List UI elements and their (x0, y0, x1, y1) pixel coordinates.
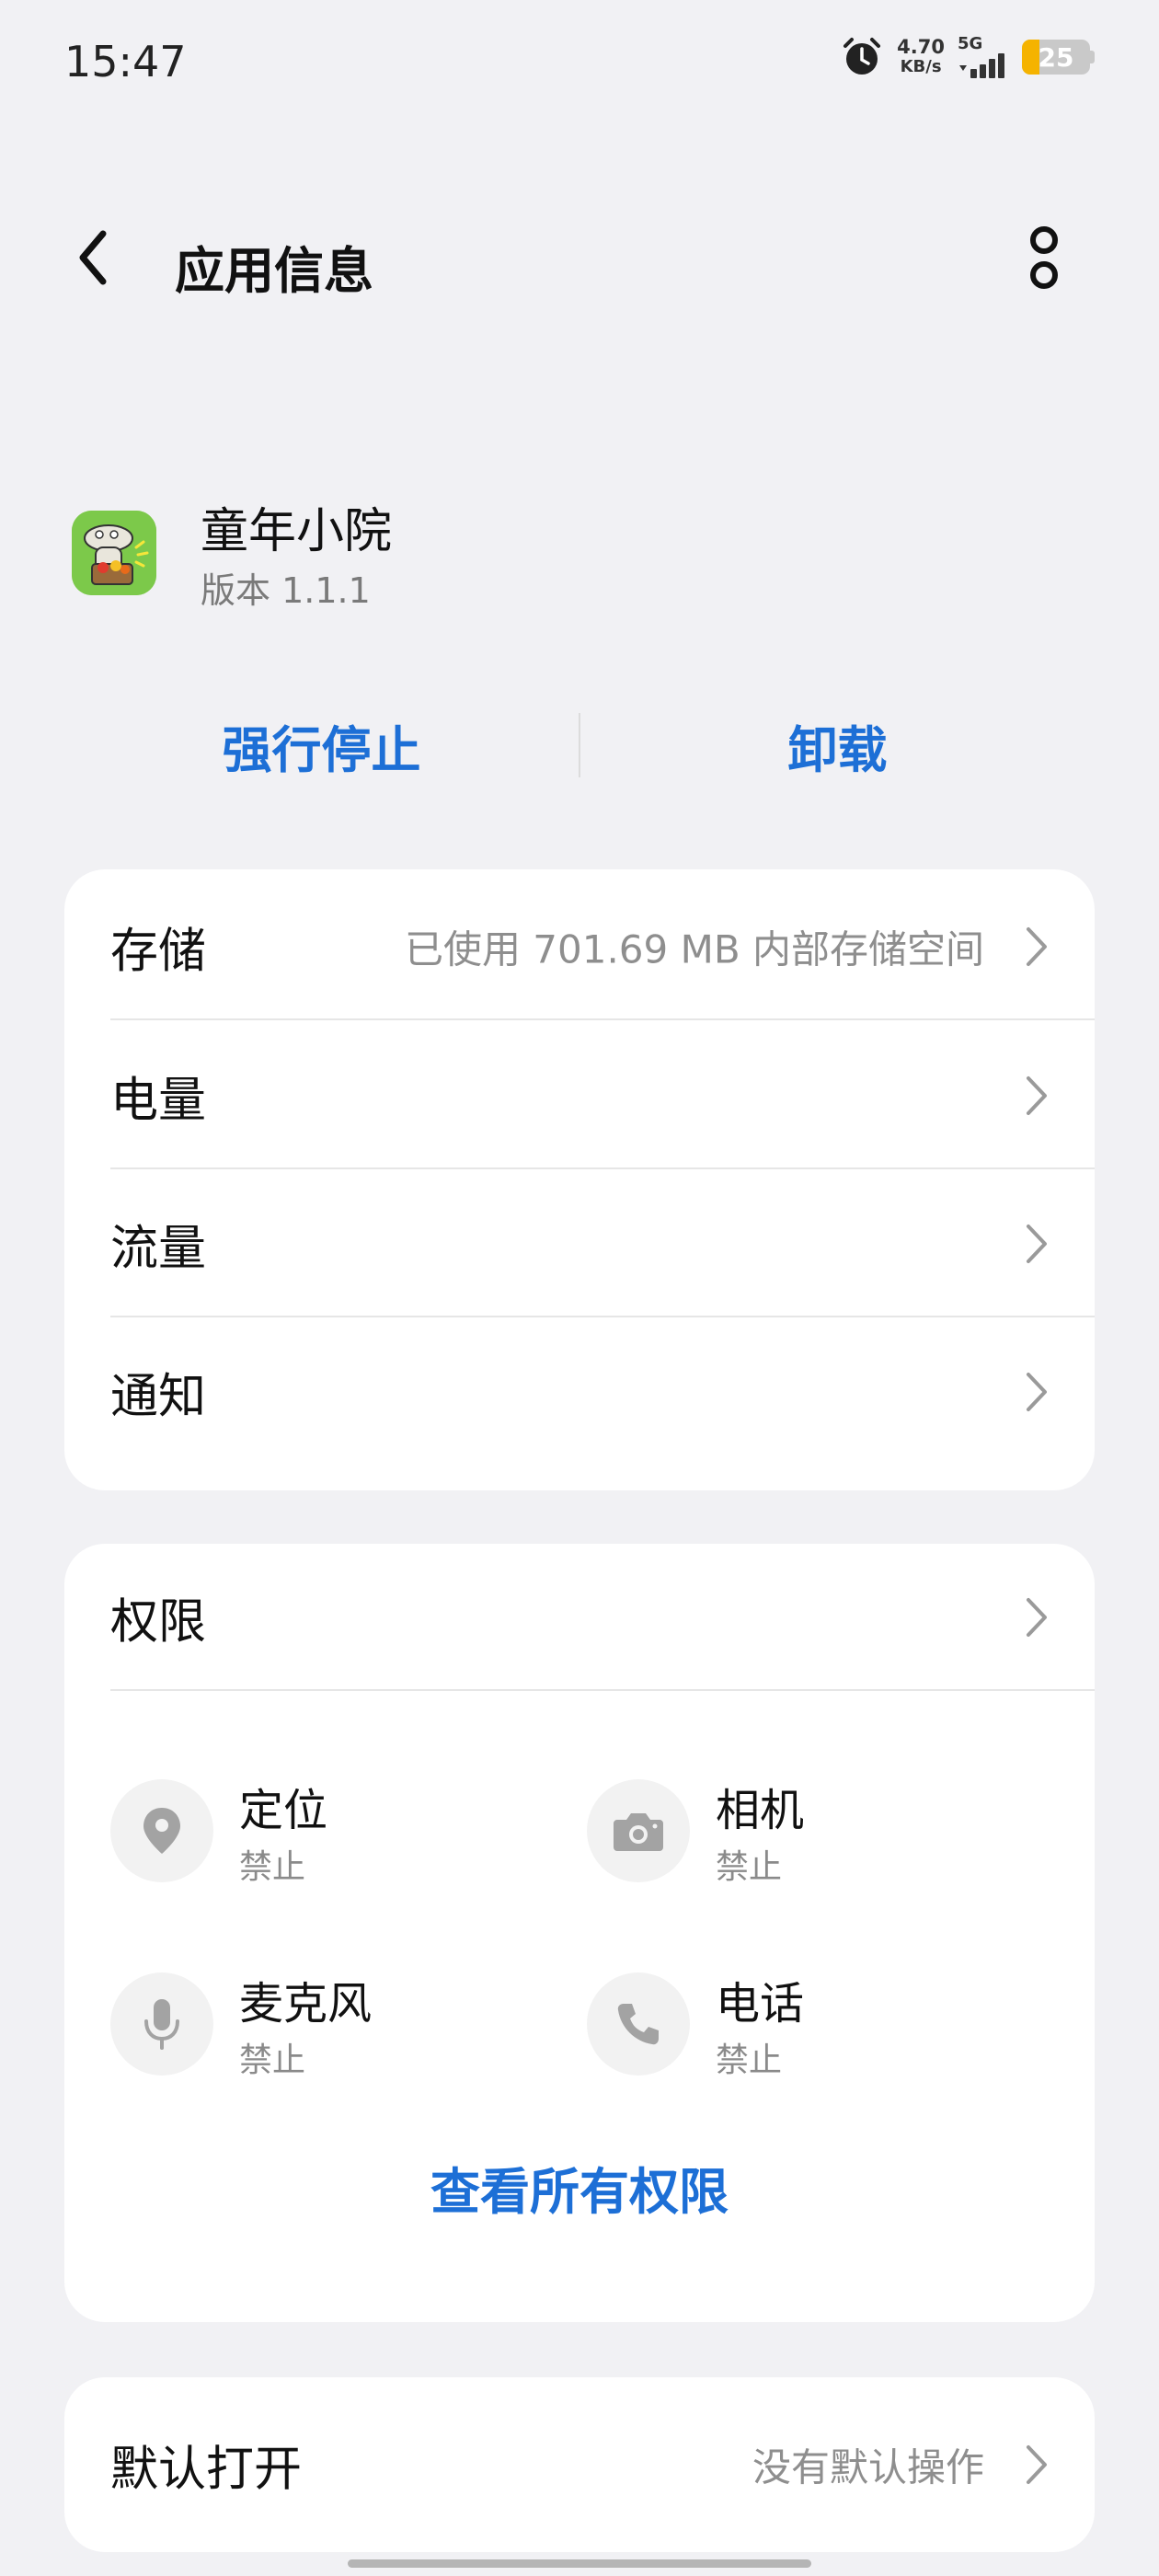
app-header: 童年小院 版本 1.1.1 (64, 483, 1095, 630)
status-time: 15:47 (64, 37, 187, 86)
permission-icon-bg (587, 1972, 690, 2076)
app-bar: 应用信息 (0, 202, 1159, 313)
battery-icon: 25 (1022, 40, 1095, 75)
permissions-title: 权限 (110, 1594, 207, 1650)
page-title: 应用信息 (175, 242, 373, 300)
default-open-row[interactable]: 默认打开 没有默认操作 (64, 2391, 1095, 2538)
status-icons: 4.70 KB/s 5G 25 (840, 35, 1095, 79)
storage-value: 已使用 701.69 MB 内部存储空间 (404, 926, 984, 972)
chevron-right-icon (1027, 1076, 1047, 1115)
row-label: 通知 (110, 1369, 207, 1425)
permission-status: 禁止 (239, 1848, 306, 1886)
back-button[interactable] (64, 223, 123, 293)
permission-name: 麦克风 (239, 1978, 373, 2030)
chevron-right-icon (1027, 1225, 1047, 1263)
permission-location[interactable]: 定位 禁止 (110, 1774, 552, 1886)
chevron-right-icon (1027, 1373, 1047, 1411)
signal-indicator: 5G (958, 36, 1009, 78)
row-label: 存储 (110, 924, 207, 980)
network-speed-value: 4.70 (897, 36, 945, 58)
battery-body: 25 (1022, 40, 1090, 75)
row-label: 电量 (110, 1073, 207, 1129)
app-version: 版本 1.1.1 (201, 570, 371, 611)
row-divider (110, 1167, 1095, 1169)
permission-status: 禁止 (716, 2041, 783, 2079)
app-icon (72, 511, 156, 595)
alarm-icon (843, 38, 881, 75)
signal-icon (959, 53, 1004, 78)
permission-status: 禁止 (239, 2041, 306, 2079)
permission-icon-bg (587, 1779, 690, 1882)
permission-icon-bg (110, 1972, 213, 2076)
permissions-card: 权限 定位 禁止 相机 禁止 麦克风 禁止 电话 禁止 查看所有权限 (64, 1544, 1095, 2322)
row-label: 流量 (110, 1221, 207, 1277)
microphone-icon (144, 1999, 179, 2050)
row-divider (110, 1689, 1095, 1691)
more-vertical-icon (1030, 226, 1058, 289)
chevron-right-icon (1027, 1598, 1047, 1637)
chevron-left-icon (79, 230, 107, 285)
battery-fill (1022, 40, 1039, 75)
row-divider (110, 1018, 1095, 1020)
phone-icon (617, 2004, 659, 2045)
app-name: 童年小院 (201, 504, 393, 559)
permissions-row[interactable]: 权限 (64, 1544, 1095, 1691)
battery-row[interactable]: 电量 (64, 1022, 1095, 1169)
chevron-right-icon (1027, 2445, 1047, 2484)
app-info-card: 存储 已使用 701.69 MB 内部存储空间 电量 流量 通知 (64, 869, 1095, 1490)
permission-name: 定位 (239, 1785, 328, 1836)
network-type: 5G (958, 34, 983, 53)
battery-tip (1090, 51, 1095, 63)
permission-name: 电话 (716, 1978, 805, 2030)
status-bar: 15:47 4.70 KB/s 5G 25 (0, 0, 1159, 129)
uninstall-button[interactable]: 卸载 (580, 709, 1095, 782)
data-usage-row[interactable]: 流量 (64, 1170, 1095, 1317)
force-stop-button[interactable]: 强行停止 (64, 709, 579, 782)
battery-level: 25 (1038, 41, 1074, 73)
network-speed: 4.70 KB/s (897, 37, 945, 77)
permission-phone[interactable]: 电话 禁止 (587, 1967, 1028, 2079)
view-all-permissions-link[interactable]: 查看所有权限 (64, 2151, 1095, 2224)
permission-status: 禁止 (716, 1848, 783, 1886)
default-open-label: 默认打开 (110, 2442, 303, 2498)
home-indicator[interactable] (348, 2559, 811, 2568)
default-open-card: 默认打开 没有默认操作 (64, 2377, 1095, 2552)
chevron-right-icon (1027, 927, 1047, 966)
more-options-button[interactable] (1012, 219, 1076, 296)
permission-icon-bg (110, 1779, 213, 1882)
permission-microphone[interactable]: 麦克风 禁止 (110, 1967, 552, 2079)
camera-icon (614, 1813, 663, 1851)
row-divider (110, 1316, 1095, 1317)
permission-name: 相机 (716, 1785, 805, 1836)
default-open-value: 没有默认操作 (752, 2444, 984, 2490)
storage-row[interactable]: 存储 已使用 701.69 MB 内部存储空间 (64, 873, 1095, 1020)
notifications-row[interactable]: 通知 (64, 1318, 1095, 1466)
permission-camera[interactable]: 相机 禁止 (587, 1774, 1028, 1886)
network-speed-unit: KB/s (900, 57, 942, 76)
app-icon-illustration (72, 511, 156, 595)
location-icon (143, 1808, 180, 1854)
app-actions: 强行停止 卸载 (64, 699, 1095, 791)
